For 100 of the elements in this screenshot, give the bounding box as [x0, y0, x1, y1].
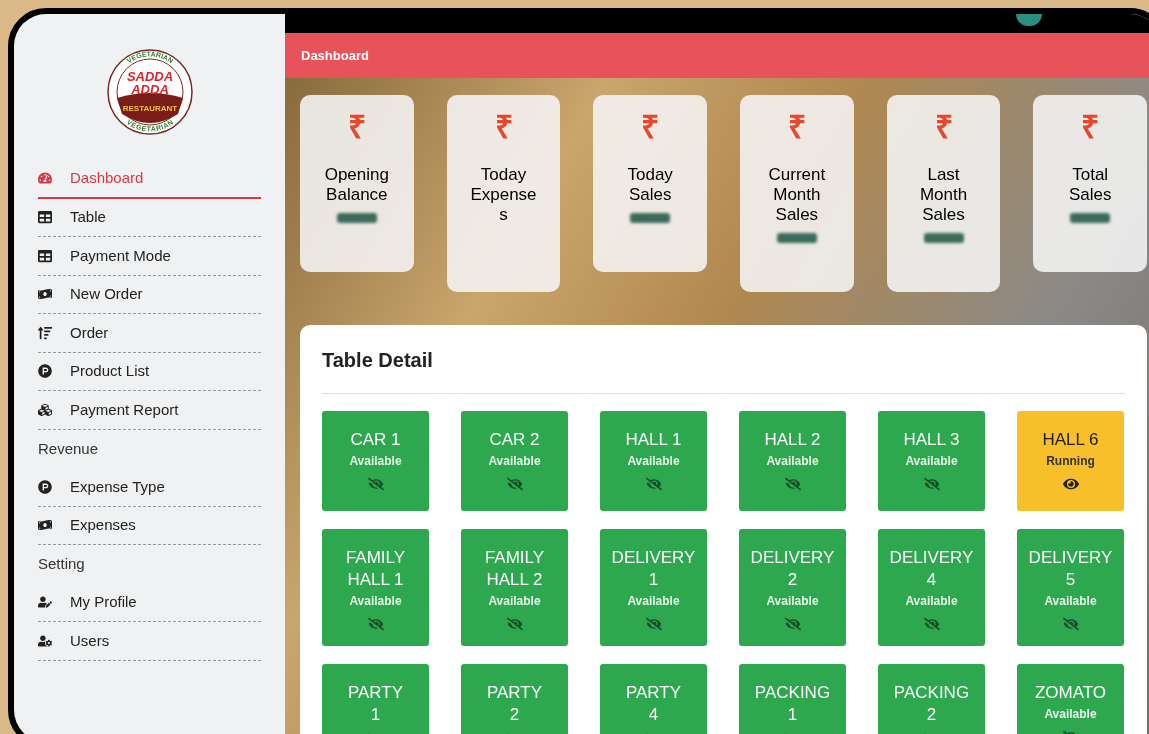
- rupee-symbol: ₹: [641, 111, 660, 143]
- table-name: HALL 3: [903, 429, 960, 451]
- table-tile[interactable]: PACKING 2: [878, 664, 985, 734]
- table-name: PARTY 1: [347, 682, 404, 726]
- table-tile[interactable]: DELIVERY 2 Available: [739, 529, 846, 646]
- sidebar-item[interactable]: My Profile: [38, 583, 261, 622]
- table-tile[interactable]: DELIVERY 4 Available: [878, 529, 985, 646]
- cubes-icon: [38, 402, 52, 417]
- table-name: PACKING 2: [893, 682, 970, 726]
- rupee-symbol: ₹: [787, 111, 806, 143]
- table-name: DELIVERY 2: [750, 547, 835, 591]
- table-name: ZOMATO: [1034, 682, 1107, 704]
- table-name: HALL 6: [1042, 429, 1099, 451]
- table-name: FAMILY HALL 2: [484, 547, 545, 591]
- sidebar-item[interactable]: Table: [38, 198, 261, 237]
- sidebar-item[interactable]: Expenses: [38, 506, 261, 545]
- eye-slash-icon: [645, 616, 662, 632]
- page-title: Dashboard: [301, 46, 369, 65]
- sidebar-item[interactable]: Product List: [38, 352, 261, 391]
- table-tile[interactable]: HALL 2 Available: [739, 411, 846, 511]
- table-name: HALL 2: [764, 429, 821, 451]
- money-icon: [38, 518, 52, 533]
- table-name: CAR 2: [489, 429, 540, 451]
- logo-name-text: SADDA: [126, 69, 173, 84]
- user-edit-icon: [38, 595, 52, 610]
- table-tile[interactable]: ZOMATO Available: [1017, 664, 1124, 734]
- table-tile[interactable]: PARTY 4: [600, 664, 707, 734]
- obscured-value-icon: [336, 213, 377, 223]
- table-tile[interactable]: DELIVERY 5 Available: [1017, 529, 1124, 646]
- eye-icon: [1062, 476, 1079, 492]
- table-status: Running: [1046, 453, 1095, 470]
- rupee-symbol: ₹: [494, 111, 513, 143]
- table-status: Available: [1044, 593, 1097, 610]
- table-status: Available: [349, 593, 402, 610]
- eye-slash-icon: [645, 476, 662, 492]
- table-name: DELIVERY 5: [1028, 547, 1113, 591]
- stat-title: Last Month Sales: [919, 165, 968, 225]
- table-grid-icon: [38, 210, 52, 225]
- eye-slash-icon: [923, 616, 940, 632]
- rupee-symbol: ₹: [1081, 111, 1100, 143]
- stat-title: Opening Balance: [324, 165, 389, 205]
- sidebar-item[interactable]: Payment Mode: [38, 237, 261, 276]
- stat-title: Total Sales: [1068, 165, 1112, 205]
- stat-title: Today Sales: [627, 165, 673, 205]
- table-status: Available: [905, 453, 958, 470]
- table-name: DELIVERY 1: [611, 547, 696, 591]
- section-heading: Revenue: [38, 438, 100, 459]
- table-name: PARTY 2: [486, 682, 543, 726]
- eye-slash-icon: [1062, 616, 1079, 632]
- eye-slash-icon: [367, 476, 384, 492]
- sidebar-item[interactable]: Expense Type: [38, 468, 261, 507]
- table-name: HALL 1: [625, 429, 682, 451]
- sidebar-item[interactable]: Dashboard: [38, 160, 261, 199]
- obscured-value-icon: [1070, 213, 1111, 223]
- table-status: Available: [627, 593, 680, 610]
- section-heading: Setting: [38, 554, 86, 574]
- obscured-value-icon: [923, 233, 964, 243]
- table-status: Available: [766, 453, 819, 470]
- table-status: Available: [766, 593, 819, 610]
- eye-slash-icon: [784, 616, 801, 632]
- logo-banner-text: RESTAURANT: [122, 104, 177, 113]
- eye-slash-icon: [923, 476, 940, 492]
- table-tile[interactable]: HALL 1 Available: [600, 411, 707, 511]
- table-tile[interactable]: HALL 3 Available: [878, 411, 985, 511]
- table-tile[interactable]: PARTY 1: [322, 664, 429, 734]
- eye-slash-icon: [506, 476, 523, 492]
- table-status: Available: [1044, 706, 1097, 723]
- table-tile[interactable]: FAMILY HALL 2 Available: [461, 529, 568, 646]
- table-name: DELIVERY 4: [889, 547, 974, 591]
- eye-slash-icon: [506, 616, 523, 632]
- sidebar-item[interactable]: Users: [38, 622, 261, 661]
- table-status: Available: [905, 593, 958, 610]
- table-tile[interactable]: DELIVERY 1 Available: [600, 529, 707, 646]
- table-name: PACKING 1: [754, 682, 831, 726]
- rupee-symbol: ₹: [347, 111, 366, 143]
- table-name: CAR 1: [350, 429, 401, 451]
- sidebar-item[interactable]: New Order: [38, 275, 261, 314]
- stat-title: Current Month Sales: [768, 165, 826, 225]
- table-tile[interactable]: PARTY 2: [461, 664, 568, 734]
- sort-icon: [38, 325, 52, 340]
- table-tile[interactable]: PACKING 1: [739, 664, 846, 734]
- table-tile[interactable]: FAMILY HALL 1 Available: [322, 529, 429, 646]
- table-status: Available: [488, 593, 541, 610]
- eye-slash-icon: [367, 616, 384, 632]
- sidebar-item[interactable]: Order: [38, 314, 261, 353]
- table-tile[interactable]: CAR 2 Available: [461, 411, 568, 511]
- money-icon: [38, 287, 52, 302]
- table-status: Available: [488, 453, 541, 470]
- table-tile[interactable]: CAR 1 Available: [322, 411, 429, 511]
- panel-title: Table Detail: [322, 345, 1125, 394]
- stat-title: Today Expense s: [470, 165, 537, 225]
- table-tile[interactable]: HALL 6 Running: [1017, 411, 1124, 511]
- user-settings-icon: [38, 633, 52, 648]
- table-name: FAMILY HALL 1: [345, 547, 406, 591]
- table-name: PARTY 4: [625, 682, 682, 726]
- obscured-value-icon: [776, 233, 817, 243]
- table-status: Available: [627, 453, 680, 470]
- sidebar-item[interactable]: Payment Report: [38, 391, 261, 430]
- table-grid-icon: [38, 248, 52, 263]
- gauge-icon: [38, 171, 52, 186]
